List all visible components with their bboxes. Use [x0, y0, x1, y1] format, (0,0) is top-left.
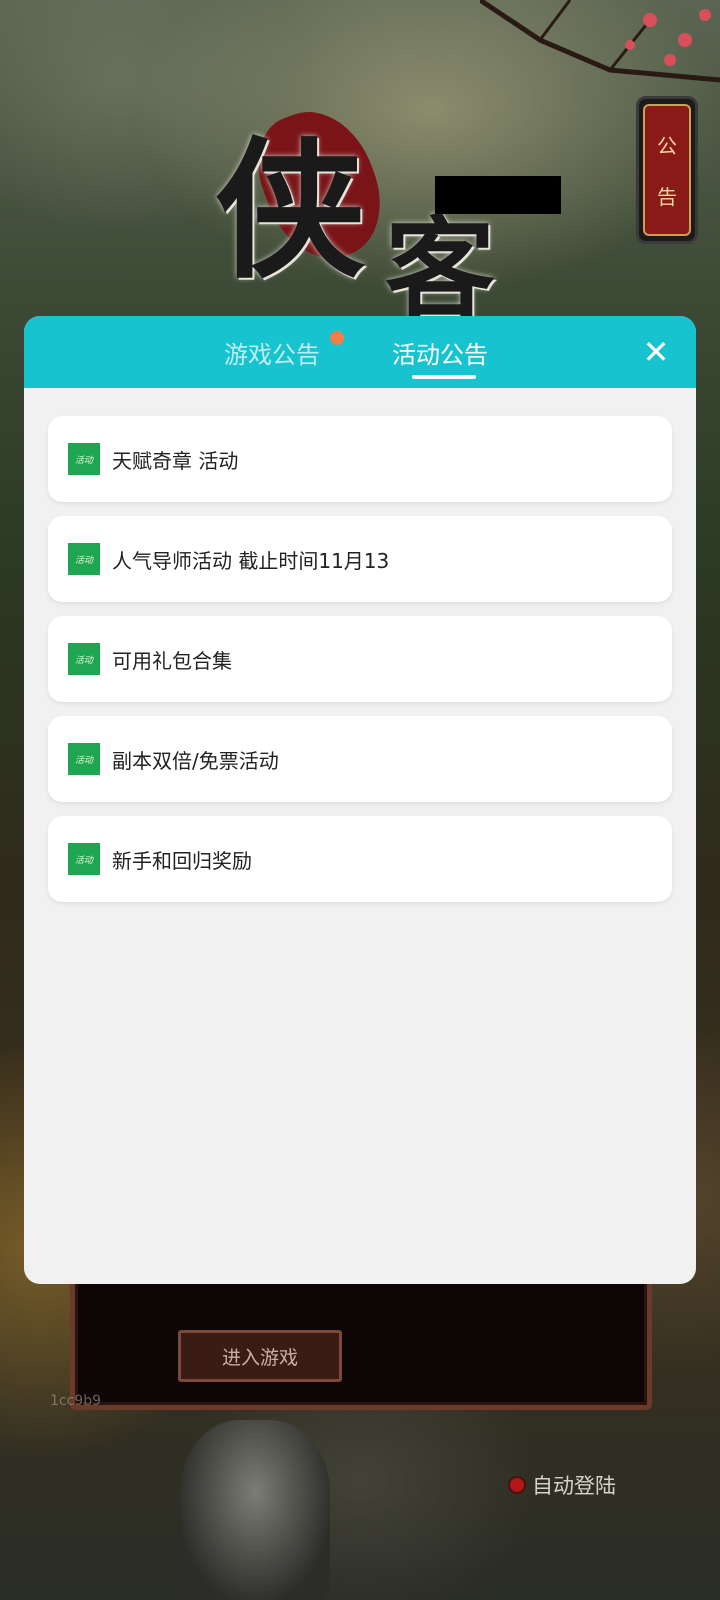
tab-game-announcement[interactable]: 游戏公告	[224, 316, 320, 388]
notice-button[interactable]: 公 告	[636, 96, 698, 244]
plum-branch-decoration	[480, 0, 720, 83]
unread-dot-icon	[330, 331, 344, 345]
activity-tag-icon: 活动	[68, 743, 100, 775]
redaction-bar	[435, 176, 561, 214]
close-icon[interactable]: ✕	[636, 332, 676, 372]
enter-game-button[interactable]: 进入游戏	[178, 1330, 342, 1382]
stone-lantern-decoration	[180, 1420, 330, 1600]
notice-char-1: 公	[657, 134, 677, 158]
list-item-title: 新手和回归奖励	[112, 848, 252, 873]
list-item[interactable]: 活动 新手和回归奖励	[48, 816, 672, 902]
list-item[interactable]: 活动 可用礼包合集	[48, 616, 672, 702]
auto-login-label: 自动登陆	[532, 1474, 616, 1498]
user-id-label: 1cc9b9	[50, 1393, 102, 1409]
activity-tag-icon: 活动	[68, 543, 100, 575]
logo-char-1: 侠	[215, 123, 366, 299]
notice-char-2: 告	[657, 185, 677, 209]
auto-login-toggle[interactable]: 自动登陆	[508, 1470, 616, 1500]
activity-tag-icon: 活动	[68, 643, 100, 675]
active-tab-indicator	[412, 375, 476, 379]
list-item-title: 可用礼包合集	[112, 648, 232, 673]
announcement-list: 活动 天赋奇章 活动 活动 人气导师活动 截止时间11月13 活动 可用礼包合集…	[48, 416, 672, 916]
list-item[interactable]: 活动 人气导师活动 截止时间11月13	[48, 516, 672, 602]
announcement-modal: 游戏公告 活动公告 ✕ 活动 天赋奇章 活动 活动 人气导师活动 截止时间11月…	[24, 316, 696, 1284]
list-item[interactable]: 活动 天赋奇章 活动	[48, 416, 672, 502]
radio-icon	[508, 1476, 526, 1494]
activity-tag-icon: 活动	[68, 443, 100, 475]
list-item[interactable]: 活动 副本双倍/免票活动	[48, 716, 672, 802]
list-item-title: 人气导师活动 截止时间11月13	[112, 548, 390, 573]
list-item-title: 副本双倍/免票活动	[112, 748, 279, 773]
list-item-title: 天赋奇章 活动	[112, 448, 239, 473]
modal-header: 游戏公告 活动公告 ✕	[24, 316, 696, 388]
activity-tag-icon: 活动	[68, 843, 100, 875]
